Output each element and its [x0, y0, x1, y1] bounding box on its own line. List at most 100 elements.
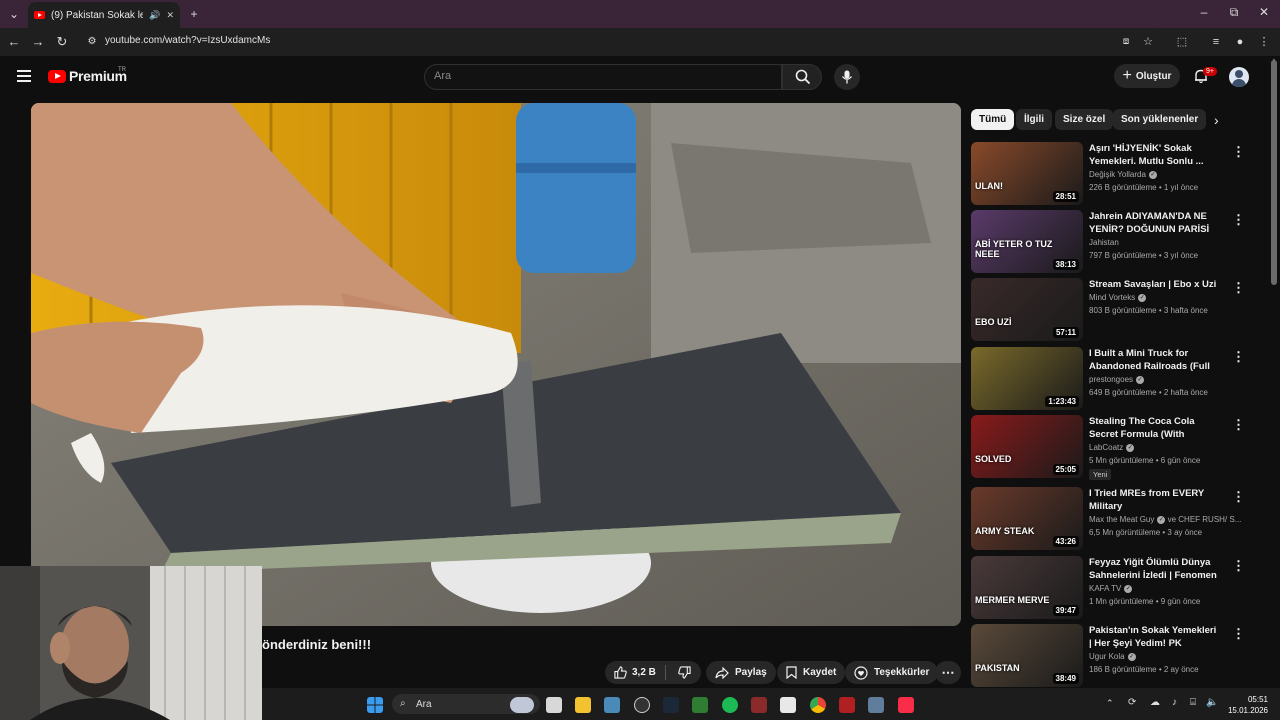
taskbar-clock[interactable]: 05:51 15.01.2026 [1222, 694, 1268, 716]
recommendation-thumbnail[interactable]: SOLVED 25:05 [971, 415, 1083, 478]
music-icon[interactable] [898, 697, 914, 713]
save-button[interactable]: Kaydet [777, 661, 846, 684]
voice-search-button[interactable] [834, 64, 860, 90]
thanks-button[interactable]: Teşekkürler [845, 661, 939, 684]
recommendation-title[interactable]: I Built a Mini Truck for Abandoned Railr… [1089, 347, 1219, 374]
app-icon-5[interactable] [780, 697, 796, 713]
channel-line[interactable]: prestongoes ✓ [1089, 375, 1145, 384]
recommendation-title[interactable]: Stealing The Coca Cola Secret Formula (W… [1089, 415, 1219, 442]
recommendation-card[interactable]: 1:23:43 I Built a Mini Truck for Abandone… [971, 347, 1261, 411]
tray-volume-icon[interactable]: 🔈 [1206, 697, 1218, 708]
chip-recent[interactable]: Son yüklenenler [1113, 109, 1207, 130]
recommendation-title[interactable]: Pakistan'ın Sokak Yemekleri | Her Şeyi Y… [1089, 624, 1219, 650]
window-close-icon[interactable]: ✕ [1252, 5, 1276, 19]
channel-line[interactable]: Mind Vorteks ✓ [1089, 293, 1147, 302]
browser-tab[interactable]: (9) Pakistan Sokak lezzetleri 🔊 ✕ [28, 2, 180, 28]
tray-sync-icon[interactable]: ⟳ [1128, 697, 1136, 708]
restore-icon[interactable]: ⧉ [1222, 5, 1246, 20]
new-tab-icon[interactable]: + [186, 6, 202, 22]
dislike-button[interactable] [667, 661, 701, 684]
windows-start-icon[interactable] [367, 697, 383, 713]
tray-mic-icon[interactable]: ♪ [1172, 697, 1177, 708]
recommendation-title[interactable]: Stream Savaşları | Ebo x Uzi [1089, 278, 1219, 291]
recommendation-title[interactable]: I Tried MREs from EVERY Military [1089, 487, 1219, 513]
more-vertical-icon[interactable]: ⋮ [1232, 558, 1245, 574]
chrome-icon[interactable] [810, 697, 826, 713]
like-button[interactable]: 3,2 B [605, 661, 665, 684]
tab-search-icon[interactable]: ⌄ [6, 6, 22, 22]
minimize-icon[interactable]: – [1192, 5, 1216, 19]
chip-all[interactable]: Tümü [971, 109, 1015, 130]
file-explorer-icon[interactable] [575, 697, 591, 713]
forward-icon[interactable]: → [30, 34, 46, 50]
channel-line[interactable]: KAFA TV ✓ [1089, 584, 1133, 593]
audio-playing-icon[interactable]: 🔊 [149, 10, 160, 21]
tray-cloud-icon[interactable]: ☁ [1150, 697, 1160, 708]
page-scrollbar[interactable] [1271, 60, 1277, 285]
recommendation-card[interactable]: EBO UZİ 57:11 Stream Savaşları | Ebo x Uzi… [971, 278, 1261, 342]
more-vertical-icon[interactable]: ⋮ [1232, 212, 1245, 228]
recommendation-card[interactable]: SOLVED 25:05 Stealing The Coca Cola Secret… [971, 415, 1261, 480]
recommendation-thumbnail[interactable]: 1:23:43 [971, 347, 1083, 410]
recommendation-title[interactable]: Feyyaz Yiğit Ölümlü Dünya Sahnelerini İz… [1089, 556, 1219, 583]
task-view-icon[interactable] [546, 697, 562, 713]
search-input[interactable] [424, 64, 782, 90]
app-icon-4[interactable] [751, 697, 767, 713]
video-player[interactable] [31, 103, 961, 626]
recommendation-card[interactable]: ABİ YETER O TUZ NEEE 38:13 Jahrein ADIYAMA… [971, 210, 1261, 274]
extensions-icon[interactable]: ⬚ [1174, 34, 1190, 50]
recommendation-thumbnail[interactable]: ABİ YETER O TUZ NEEE 38:13 [971, 210, 1083, 273]
recommendation-title[interactable]: Jahrein ADIYAMAN'DA NE YENİR? DOĞUNUN PA… [1089, 210, 1219, 237]
channel-line[interactable]: Max the Meat Guy ✓ ve CHEF RUSH/ S... [1089, 515, 1241, 524]
install-app-icon[interactable]: ⧈ [1118, 34, 1134, 50]
tray-chevron-icon[interactable]: ⌃ [1106, 698, 1114, 709]
recommendation-thumbnail[interactable]: EBO UZİ 57:11 [971, 278, 1083, 341]
profile-icon[interactable]: ● [1232, 34, 1248, 50]
back-icon[interactable]: ← [6, 34, 22, 50]
chip-for-you[interactable]: Size özel [1055, 109, 1114, 130]
tray-network-icon[interactable]: ⌸ [1190, 697, 1196, 708]
more-vertical-icon[interactable]: ⋮ [1232, 417, 1245, 433]
media-control-icon[interactable]: ≡ [1208, 34, 1224, 50]
calculator-icon[interactable] [868, 697, 884, 713]
search-button[interactable] [782, 64, 822, 90]
recommendation-thumbnail[interactable]: PAKISTAN 38:49 [971, 624, 1083, 687]
recommendation-thumbnail[interactable]: ULAN! 28:51 [971, 142, 1083, 205]
app-icon-6[interactable] [839, 697, 855, 713]
app-icon-2[interactable] [634, 697, 650, 713]
search-highlight-icon[interactable] [510, 697, 534, 713]
create-button[interactable]: + Oluştur [1114, 64, 1180, 88]
chip-related[interactable]: İlgili [1016, 109, 1052, 130]
chevron-right-icon[interactable]: › [1214, 112, 1219, 128]
channel-line[interactable]: LabCoatz ✓ [1089, 443, 1135, 452]
account-avatar[interactable] [1229, 67, 1249, 87]
recommendation-card[interactable]: MERMER MERVE 39:47 Feyyaz Yiğit Ölümlü Dün… [971, 556, 1261, 620]
more-vertical-icon[interactable]: ⋮ [1232, 349, 1245, 365]
share-button[interactable]: Paylaş [706, 661, 776, 684]
more-vertical-icon[interactable]: ⋮ [1232, 280, 1245, 296]
app-icon-3[interactable] [692, 697, 708, 713]
channel-line[interactable]: Ugur Kola ✓ [1089, 652, 1136, 661]
recommendation-title[interactable]: Aşırı 'HİJYENİK' Sokak Yemekleri. Mutlu … [1089, 142, 1219, 168]
more-vertical-icon[interactable]: ⋮ [1232, 144, 1245, 160]
site-info-icon[interactable]: ⚙ [84, 34, 100, 50]
hamburger-menu-icon[interactable] [17, 70, 31, 82]
recommendation-card[interactable]: ARMY STEAK 43:26 I Tried MREs from EVERY M… [971, 487, 1261, 551]
more-vertical-icon[interactable]: ⋮ [1232, 489, 1245, 505]
steam-icon[interactable] [663, 697, 679, 713]
more-vertical-icon[interactable]: ⋮ [1232, 626, 1245, 642]
bookmark-star-icon[interactable]: ☆ [1140, 34, 1156, 50]
recommendation-thumbnail[interactable]: ARMY STEAK 43:26 [971, 487, 1083, 550]
app-icon-1[interactable] [604, 697, 620, 713]
tab-close-icon[interactable]: ✕ [166, 10, 174, 21]
recommendation-card[interactable]: PAKISTAN 38:49 Pakistan'ın Sokak Yemekleri… [971, 624, 1261, 688]
spotify-icon[interactable] [722, 697, 738, 713]
youtube-logo[interactable]: Premium [48, 68, 127, 84]
browser-menu-icon[interactable]: ⋮ [1256, 34, 1272, 50]
more-actions-button[interactable]: ⋯ [935, 661, 961, 684]
reload-icon[interactable]: ↻ [54, 34, 70, 50]
recommendation-thumbnail[interactable]: MERMER MERVE 39:47 [971, 556, 1083, 619]
channel-line[interactable]: Değişik Yollarda ✓ [1089, 170, 1157, 179]
recommendation-card[interactable]: ULAN! 28:51 Aşırı 'HİJYENİK' Sokak Yemekle… [971, 142, 1261, 206]
channel-line[interactable]: Jahistan [1089, 238, 1119, 247]
